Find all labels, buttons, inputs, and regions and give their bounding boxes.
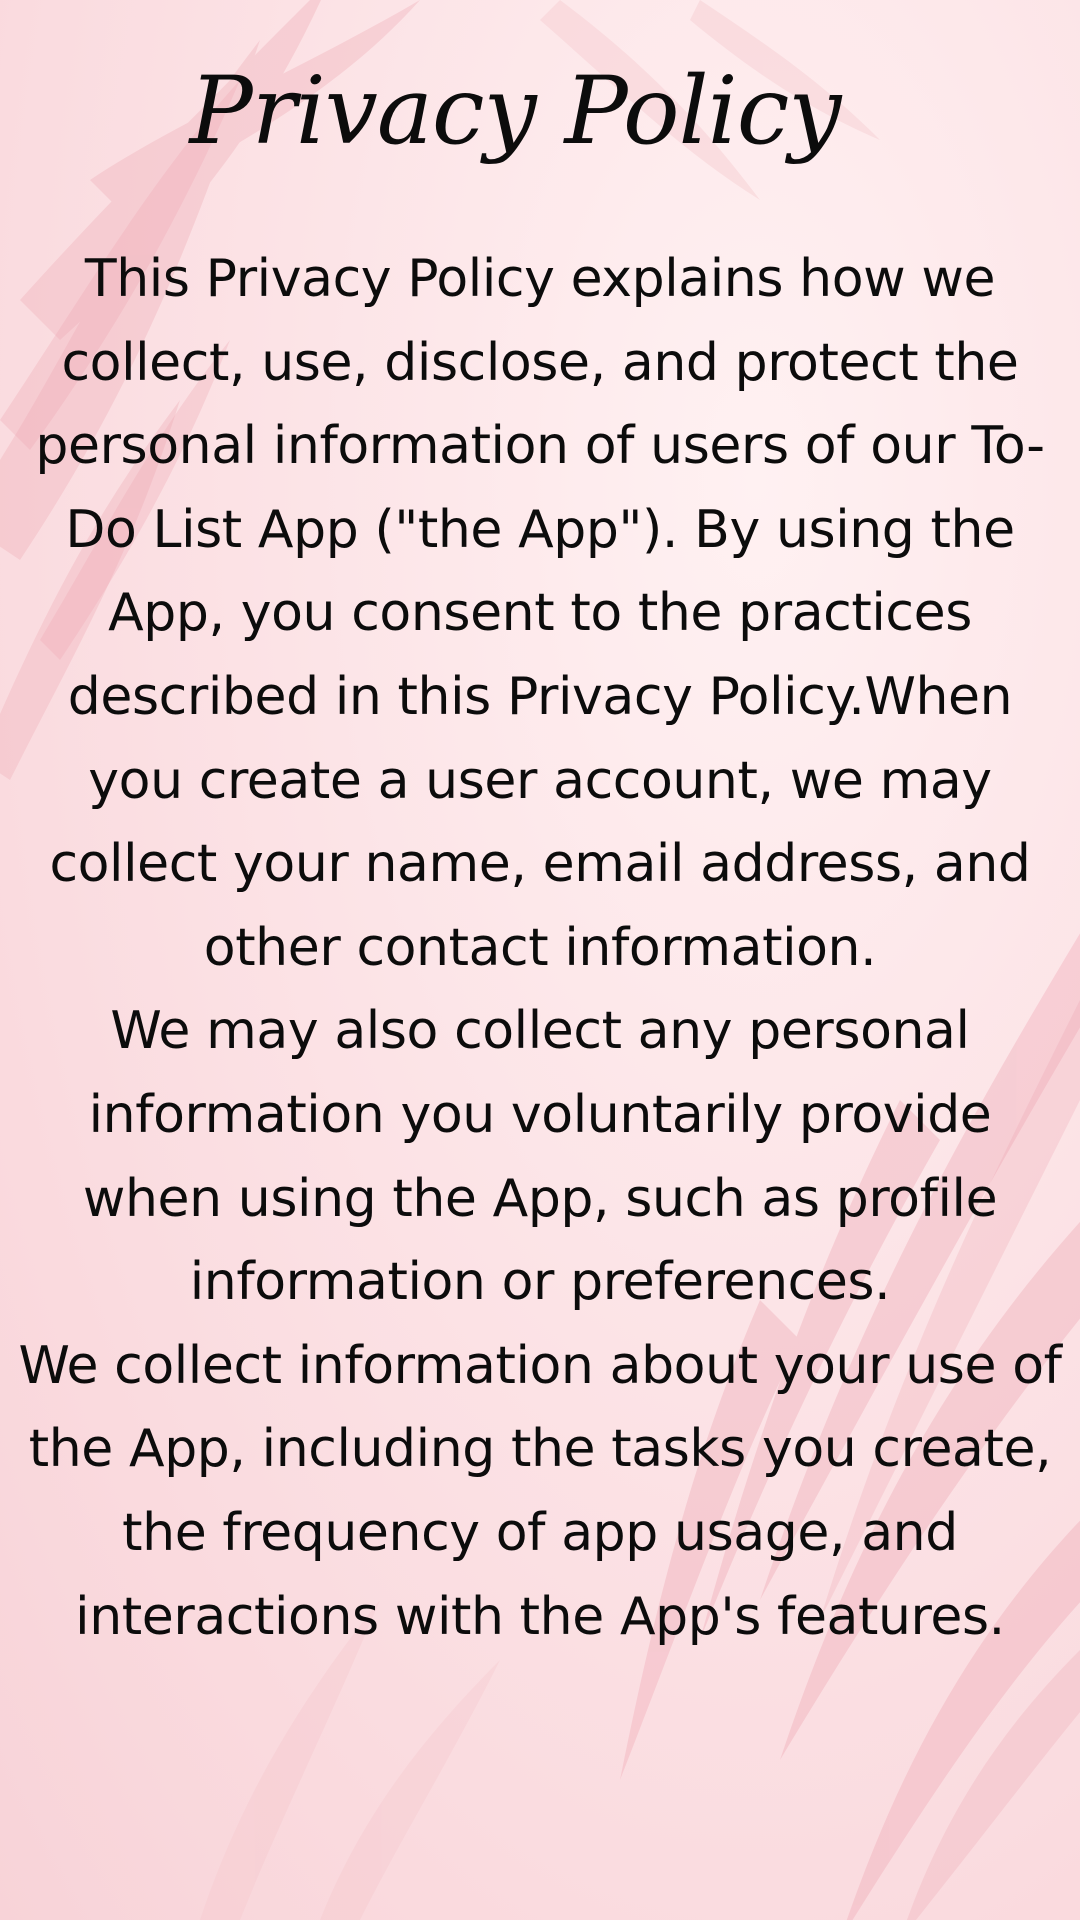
page-title: Privacy Policy [189,57,842,166]
policy-content: Privacy Policy This Privacy Policy expla… [0,0,1080,1920]
policy-paragraph-voluntary-info: We may also collect any personal informa… [82,1001,998,1313]
policy-body: This Privacy Policy explains how we coll… [14,238,1066,1659]
policy-paragraph-usage-info: We collect information about your use of… [18,1335,1062,1647]
privacy-policy-page: Privacy Policy This Privacy Policy expla… [0,0,1080,1920]
policy-paragraph-intro: This Privacy Policy explains how we coll… [35,249,1045,978]
